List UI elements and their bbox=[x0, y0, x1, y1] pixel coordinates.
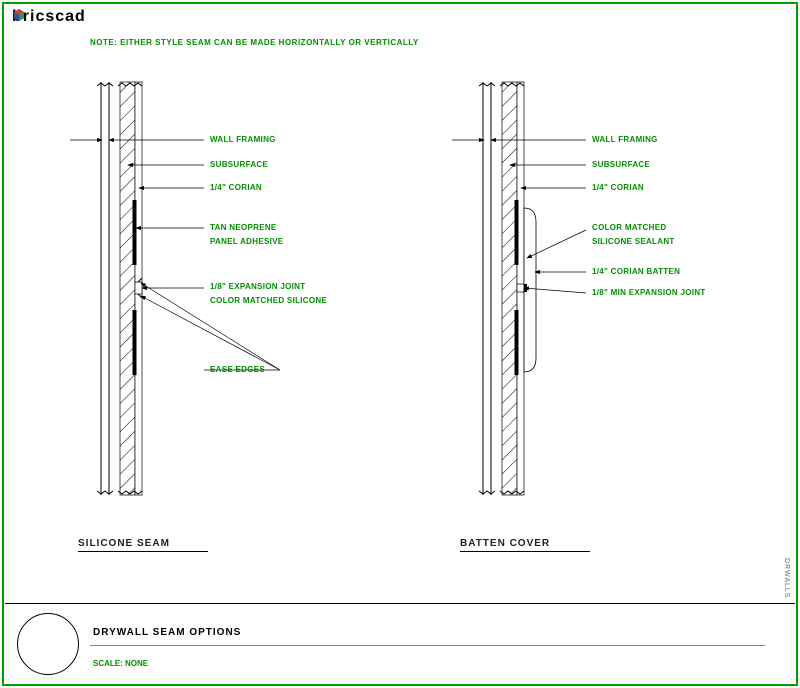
drawing-scale: SCALE: NONE bbox=[93, 659, 148, 668]
label-sealant1-right: COLOR MATCHED bbox=[592, 223, 666, 232]
label-batten-right: 1/4" CORIAN BATTEN bbox=[592, 267, 680, 276]
label-corian-left: 1/4" CORIAN bbox=[210, 183, 262, 192]
batten-cover-detail bbox=[452, 82, 586, 495]
label-subsurface-right: SUBSURFACE bbox=[592, 160, 650, 169]
label-adhesive1-left: TAN NEOPRENE bbox=[210, 223, 277, 232]
label-adhesive2-left: PANEL ADHESIVE bbox=[210, 237, 283, 246]
label-wall-framing-right: WALL FRAMING bbox=[592, 135, 658, 144]
label-corian-right: 1/4" CORIAN bbox=[592, 183, 644, 192]
title-block: DRYWALL SEAM OPTIONS SCALE: NONE bbox=[5, 603, 795, 683]
label-sealant2-right: SILICONE SEALANT bbox=[592, 237, 675, 246]
label-wall-framing-left: WALL FRAMING bbox=[210, 135, 276, 144]
section-title-left: SILICONE SEAM bbox=[78, 538, 208, 552]
label-joint1-left: 1/8" EXPANSION JOINT bbox=[210, 282, 305, 291]
label-exp-joint-right: 1/8" MIN EXPANSION JOINT bbox=[592, 288, 706, 297]
label-joint2-left: COLOR MATCHED SILICONE bbox=[210, 296, 327, 305]
section-title-right: BATTEN COVER bbox=[460, 538, 590, 552]
label-subsurface-left: SUBSURFACE bbox=[210, 160, 268, 169]
sheet-code: DRWALLS bbox=[783, 558, 790, 598]
detail-bubble bbox=[17, 613, 79, 675]
label-ease-left: EASE EDGES bbox=[210, 365, 265, 374]
title-divider bbox=[90, 645, 765, 646]
drawing-title: DRYWALL SEAM OPTIONS bbox=[93, 627, 241, 638]
cad-drawing bbox=[0, 0, 800, 688]
